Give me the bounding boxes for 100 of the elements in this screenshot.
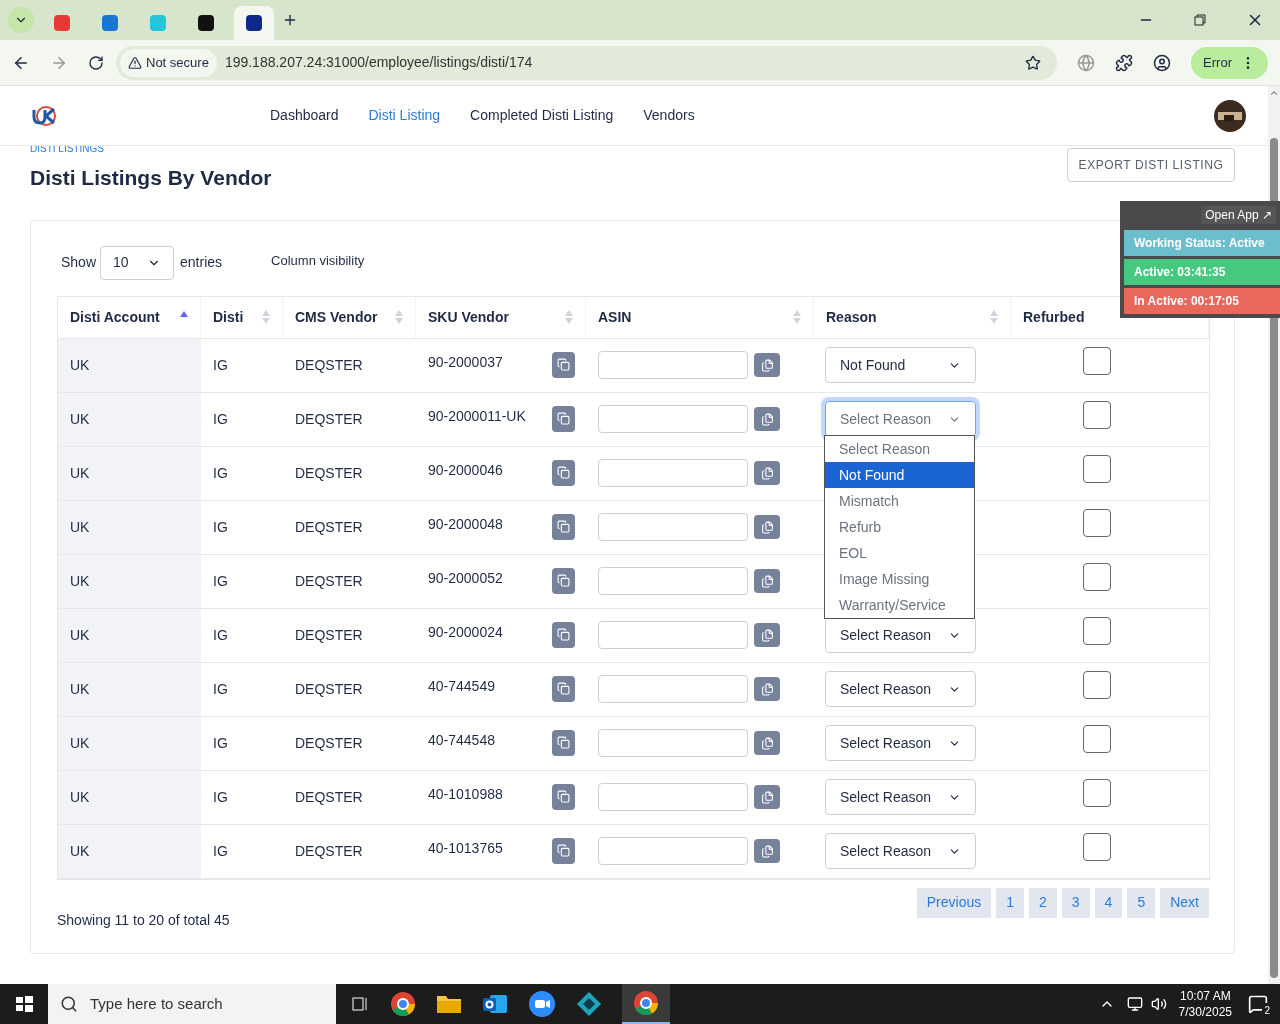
refurbed-checkbox[interactable] — [1083, 508, 1111, 537]
active-chrome-button[interactable] — [622, 984, 670, 1024]
restore-icon[interactable] — [1194, 14, 1206, 26]
diamond-app-icon[interactable] — [576, 991, 602, 1017]
column-header[interactable]: Reason — [814, 296, 1011, 338]
extensions-icon[interactable] — [1115, 53, 1134, 72]
task-view-icon[interactable] — [350, 994, 370, 1014]
pagination-button[interactable]: 2 — [1029, 887, 1057, 918]
clock-time[interactable]: 10:07 AM — [1179, 988, 1231, 1004]
copy-button[interactable] — [552, 621, 575, 648]
folder-icon[interactable] — [436, 993, 462, 1015]
export-button[interactable]: EXPORT DISTI LISTING — [1067, 148, 1235, 182]
asin-field[interactable] — [598, 405, 748, 433]
reason-option[interactable]: Warranty/Service — [825, 592, 974, 618]
address-bar[interactable]: Not secure 199.188.207.24:31000/employee/listings/disti/174 — [116, 45, 1058, 80]
refurbed-checkbox[interactable] — [1083, 562, 1111, 591]
refurbed-checkbox[interactable] — [1083, 454, 1111, 483]
copy-button[interactable] — [552, 675, 575, 702]
new-tab-icon[interactable] — [282, 12, 298, 28]
reason-select[interactable]: Select Reason — [825, 779, 976, 815]
bookmark-star-icon[interactable] — [1025, 54, 1042, 71]
reason-option[interactable]: EOL — [825, 540, 974, 566]
refurbed-checkbox[interactable] — [1083, 400, 1111, 429]
asin-field[interactable] — [598, 351, 748, 379]
chrome-icon[interactable] — [390, 991, 416, 1017]
copy-button[interactable] — [552, 351, 575, 378]
copy-button[interactable] — [552, 837, 575, 864]
refurbed-checkbox[interactable] — [1083, 778, 1111, 807]
reason-select[interactable]: Select Reason — [825, 671, 976, 707]
copy-button[interactable] — [552, 405, 575, 432]
table-cell: UK — [58, 446, 201, 500]
entries-select[interactable]: 10 — [100, 245, 175, 280]
column-header[interactable]: CMS Vendor — [283, 296, 416, 338]
copy-button[interactable] — [552, 513, 575, 540]
error-button[interactable]: Error — [1191, 46, 1268, 79]
refurbed-checkbox[interactable] — [1083, 670, 1111, 699]
copy-button[interactable] — [754, 839, 780, 863]
copy-button[interactable] — [754, 731, 780, 755]
refurbed-checkbox[interactable] — [1083, 616, 1111, 645]
copy-button[interactable] — [754, 569, 780, 593]
copy-button[interactable] — [754, 677, 780, 701]
reason-option[interactable]: Refurb — [825, 514, 974, 540]
nav-link[interactable]: Dashboard — [270, 105, 339, 126]
browser-tab[interactable] — [234, 6, 274, 40]
table-cell-text: DEQSTER — [294, 355, 364, 375]
reason-option[interactable]: Select Reason — [825, 436, 974, 462]
copy-button[interactable] — [754, 785, 780, 809]
copy-button[interactable] — [754, 515, 780, 539]
refurbed-checkbox[interactable] — [1083, 832, 1111, 861]
table-cell-text: IG — [212, 517, 229, 537]
avatar[interactable] — [1214, 99, 1246, 132]
asin-field[interactable] — [598, 513, 748, 541]
column-header[interactable]: SKU Vendor — [416, 296, 586, 338]
pagination-button[interactable]: 3 — [1061, 887, 1090, 918]
copy-button[interactable] — [754, 623, 780, 647]
network-icon[interactable] — [1126, 996, 1143, 1012]
reload-icon[interactable] — [88, 54, 104, 71]
globe-icon[interactable] — [1077, 53, 1096, 72]
table-info: Showing 11 to 20 of total 45 — [57, 910, 230, 930]
copy-button[interactable] — [754, 461, 780, 485]
copy-button[interactable] — [552, 567, 575, 594]
reason-select[interactable]: Select Reason — [825, 833, 976, 869]
reason-option[interactable]: Mismatch — [825, 488, 974, 514]
asin-field[interactable] — [598, 783, 748, 811]
profile-icon[interactable] — [1153, 53, 1172, 72]
asin-field[interactable] — [598, 459, 748, 487]
refurbed-checkbox[interactable] — [1083, 346, 1111, 375]
column-header[interactable]: Disti — [201, 296, 283, 338]
column-header[interactable]: Disti Account — [58, 296, 201, 338]
copy-button[interactable] — [552, 729, 575, 756]
column-visibility-button[interactable]: Column visibility — [271, 250, 365, 271]
copy-button[interactable] — [754, 353, 780, 377]
nav-link[interactable]: Completed Disti Listing — [470, 105, 614, 126]
pagination-button[interactable]: Next — [1160, 887, 1209, 918]
taskbar-search-field[interactable]: Type here to search — [48, 984, 336, 1024]
scroll-up-icon[interactable] — [1269, 88, 1279, 98]
tab-search-button[interactable] — [8, 7, 34, 33]
volume-icon[interactable] — [1150, 996, 1167, 1012]
copy-button[interactable] — [552, 459, 575, 486]
notification-button[interactable]: 2 — [1248, 994, 1268, 1014]
asin-field[interactable] — [598, 837, 748, 865]
copy-button[interactable] — [552, 783, 575, 810]
asin-field[interactable] — [598, 675, 748, 703]
reason-select[interactable]: Select Reason — [825, 725, 976, 761]
video-app-icon[interactable] — [528, 990, 556, 1018]
mail-app-icon[interactable] — [482, 992, 508, 1016]
asin-field[interactable] — [598, 729, 748, 757]
nav-link[interactable]: Vendors — [643, 105, 695, 126]
clock-date[interactable]: 7/30/2025 — [1178, 1004, 1232, 1020]
table-cell: UK — [58, 392, 201, 446]
reason-option[interactable]: Image Missing — [825, 566, 974, 592]
nav-link[interactable]: Disti Listing — [368, 105, 441, 126]
open-app-link[interactable]: Open App ↗ — [1201, 206, 1276, 224]
refurbed-checkbox[interactable] — [1083, 724, 1111, 753]
reason-select[interactable]: Not Found — [825, 347, 976, 383]
asin-field[interactable] — [598, 621, 748, 649]
reason-option[interactable]: Not Found — [825, 462, 974, 488]
copy-button[interactable] — [754, 407, 780, 431]
asin-field[interactable] — [598, 567, 748, 595]
column-header[interactable]: ASIN — [586, 296, 814, 338]
